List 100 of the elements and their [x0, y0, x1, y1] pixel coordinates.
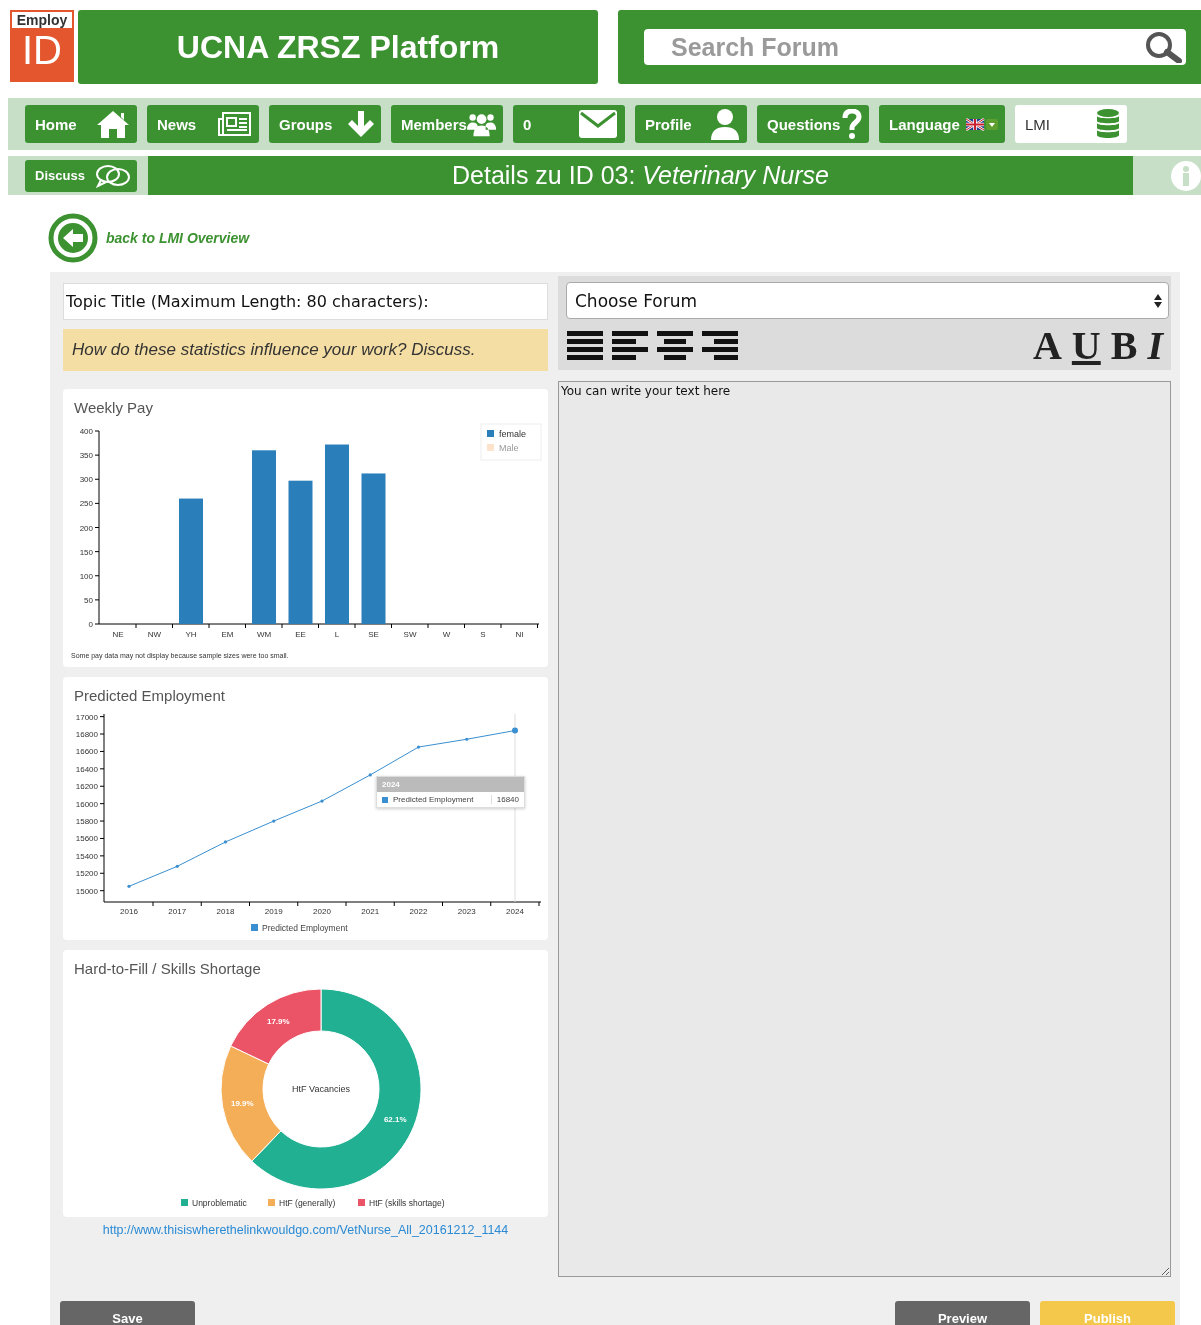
y-axis: 15000 15200 15400 15600 15800 16000 16200 16400 16600 16800 17000: [75, 712, 105, 903]
align-center-icon[interactable]: [656, 330, 694, 362]
x-tick-label: 2023: [457, 907, 477, 916]
x-tick-label: 2016: [120, 907, 139, 916]
x-tick-label: 2018: [216, 907, 235, 916]
y-tick-label: 400: [79, 427, 94, 436]
value-label: 17.9%: [266, 1017, 290, 1027]
value-label: 19.9%: [230, 1099, 254, 1109]
nav-item[interactable]: LMI: [1015, 105, 1127, 143]
x-tick-label: EM: [221, 630, 234, 639]
x-tick-label: 2024: [506, 907, 525, 916]
chart-title: Hard-to-Fill / Skills Shortage: [73, 959, 262, 977]
chart-tooltip: 2024 Predicted Employment 16840: [376, 776, 525, 808]
discussion-prompt: How do these statistics influence your work? Discuss.: [63, 329, 548, 371]
format-button[interactable]: U: [1071, 326, 1101, 366]
y-tick-label: 15000: [75, 886, 99, 896]
value-label: 62.1%: [383, 1114, 407, 1124]
y-tick-label: 15400: [75, 851, 99, 861]
y-tick-label: 150: [79, 547, 94, 557]
legend-item: Unproblematic: [181, 1198, 247, 1208]
x-tick-label: 2022: [409, 907, 428, 916]
action-button[interactable]: Save: [60, 1301, 195, 1325]
data-point: [416, 745, 421, 749]
x-tick-label: 2019: [264, 907, 284, 916]
align-right-icon[interactable]: [701, 330, 739, 362]
database-icon: [1096, 108, 1120, 140]
format-button[interactable]: A: [1032, 326, 1062, 366]
text-editor[interactable]: You can write your text here: [558, 381, 1171, 1277]
x-tick-label: WM: [256, 630, 272, 639]
forum-dropdown[interactable]: Choose Forum: [566, 282, 1169, 319]
question-icon: [842, 109, 862, 139]
discuss-button[interactable]: Discuss: [25, 159, 137, 192]
site-title: UCNA ZRSZ Platform: [78, 10, 598, 84]
y-tick-label: 300: [79, 475, 94, 485]
x-tick-label: 2021: [361, 907, 380, 916]
envelope-icon: [578, 109, 618, 139]
legend-label: HtF (generally): [279, 1198, 336, 1208]
nav-item[interactable]: Profile: [635, 105, 747, 143]
search-icon[interactable]: [1144, 31, 1182, 63]
y-tick-label: 0: [88, 620, 94, 629]
x-axis: 2016 2017 2018 2019 2020 2021 2022 2023 2024: [103, 901, 542, 916]
x-tick-label: L: [334, 630, 340, 639]
legend-label: Unproblematic: [192, 1198, 248, 1208]
nav-item[interactable]: Members: [391, 105, 503, 143]
legend-item: HtF (skills shortage): [358, 1198, 445, 1208]
x-tick-label: NW: [147, 630, 162, 639]
data-point: [272, 819, 276, 823]
data-point: [175, 864, 179, 868]
flag-icon: [966, 117, 998, 131]
x-tick-label: NE: [112, 630, 124, 639]
align-justify-icon[interactable]: [566, 330, 604, 362]
data-point: [127, 884, 131, 888]
x-tick-label: S: [480, 630, 486, 639]
x-tick-label: 2020: [313, 907, 332, 916]
person-icon: [710, 108, 740, 140]
nav-item[interactable]: Home: [25, 105, 137, 143]
nav-item[interactable]: Questions: [757, 105, 869, 143]
x-tick-label: YH: [185, 630, 197, 639]
source-link[interactable]: http://www.thisiswherethelinkwouldgo.com/VetNurse_All_20161212_1144: [63, 1223, 548, 1237]
y-tick-label: 16000: [75, 799, 99, 809]
y-tick-label: 15200: [75, 869, 99, 879]
down-arrow-icon: [348, 110, 374, 138]
y-axis: 0 50 100 150 200 250 300 350 400: [79, 427, 100, 629]
topic-title-field[interactable]: Topic Title (Maximum Length: 80 characters):: [63, 283, 548, 320]
chart-legend: [480, 423, 542, 461]
format-button[interactable]: I: [1147, 326, 1163, 366]
y-tick-label: 100: [79, 571, 94, 581]
legend-label: female: [499, 429, 527, 439]
y-tick-label: 50: [84, 595, 94, 605]
x-tick-label: EE: [295, 630, 306, 639]
y-tick-label: 16200: [75, 782, 99, 792]
home-icon: [96, 109, 130, 139]
logo-mark: ID: [22, 28, 62, 72]
chart-legend: Predicted Employment: [251, 923, 348, 933]
format-button[interactable]: B: [1110, 326, 1138, 366]
legend-item: HtF (generally): [268, 1198, 336, 1208]
y-tick-label: 250: [79, 499, 94, 509]
y-tick-label: 350: [79, 451, 94, 461]
action-button[interactable]: Preview: [895, 1301, 1030, 1325]
nav-item[interactable]: 0: [513, 105, 625, 143]
x-tick-label: 2017: [168, 907, 187, 916]
y-tick-label: 16400: [75, 764, 99, 774]
align-left-icon[interactable]: [611, 330, 649, 362]
data-point: [512, 727, 518, 734]
dropdown-arrows-icon: [1154, 292, 1162, 309]
x-tick-label: SW: [403, 630, 417, 639]
chart-title: Predicted Employment: [73, 686, 226, 704]
legend-label: Male: [499, 443, 519, 453]
y-tick-label: 16600: [75, 747, 99, 757]
nav-item[interactable]: Groups: [269, 105, 381, 143]
chart-title: Weekly Pay: [73, 398, 154, 416]
nav-item[interactable]: News: [147, 105, 259, 143]
speech-bubbles-icon: [95, 163, 131, 188]
y-tick-label: 17000: [75, 712, 99, 722]
nav-item[interactable]: Language: [879, 105, 1005, 143]
donut-center-label: HtF Vacancies: [292, 1084, 350, 1094]
y-tick-label: 15600: [75, 834, 99, 844]
data-point: [320, 799, 324, 803]
y-tick-label: 15800: [75, 817, 99, 827]
back-link[interactable]: back to LMI Overview: [106, 230, 250, 246]
